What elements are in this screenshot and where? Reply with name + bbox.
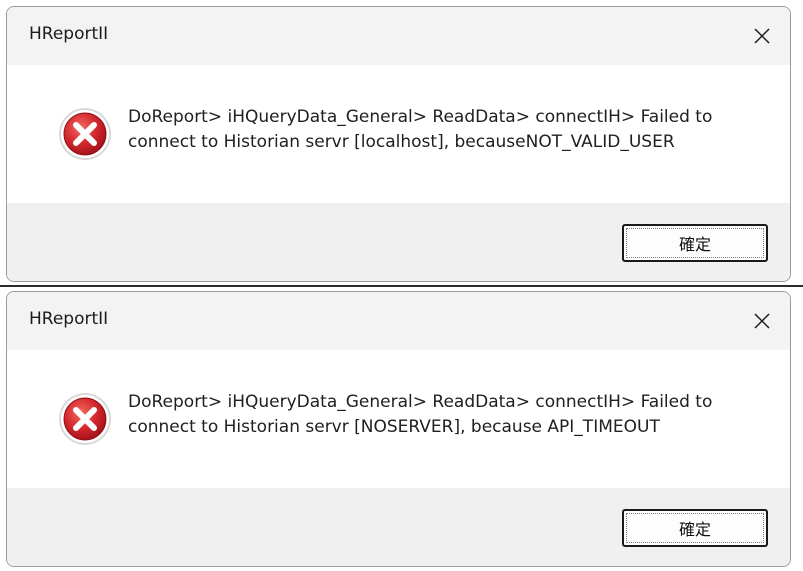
message-area: DoReport> iHQueryData_General> ReadData>… (7, 65, 790, 203)
title-bar: HReportII (7, 292, 790, 350)
window-title: HReportII (29, 309, 109, 329)
ok-button-label: 確定 (678, 235, 711, 254)
window-title: HReportII (29, 24, 109, 44)
error-dialog-2: HReportII DoReport> iHQueryData_General>… (6, 291, 791, 567)
error-icon (59, 393, 111, 445)
ok-button-label: 確定 (678, 520, 711, 539)
error-dialog-1: HReportII DoReport> iHQueryData_General>… (6, 6, 791, 282)
separator (0, 285, 803, 287)
close-icon (754, 313, 770, 329)
error-icon (59, 108, 111, 160)
close-button[interactable] (734, 292, 790, 350)
error-message: DoReport> iHQueryData_General> ReadData>… (128, 107, 713, 152)
close-icon (754, 28, 770, 44)
ok-button[interactable]: 確定 (622, 224, 768, 262)
ok-button[interactable]: 確定 (622, 509, 768, 547)
button-bar: 確定 (7, 203, 790, 281)
error-message: DoReport> iHQueryData_General> ReadData>… (128, 392, 713, 437)
message-area: DoReport> iHQueryData_General> ReadData>… (7, 350, 790, 488)
button-bar: 確定 (7, 488, 790, 566)
screenshot-canvas: HReportII DoReport> iHQueryData_General>… (0, 0, 803, 571)
close-button[interactable] (734, 7, 790, 65)
title-bar: HReportII (7, 7, 790, 65)
